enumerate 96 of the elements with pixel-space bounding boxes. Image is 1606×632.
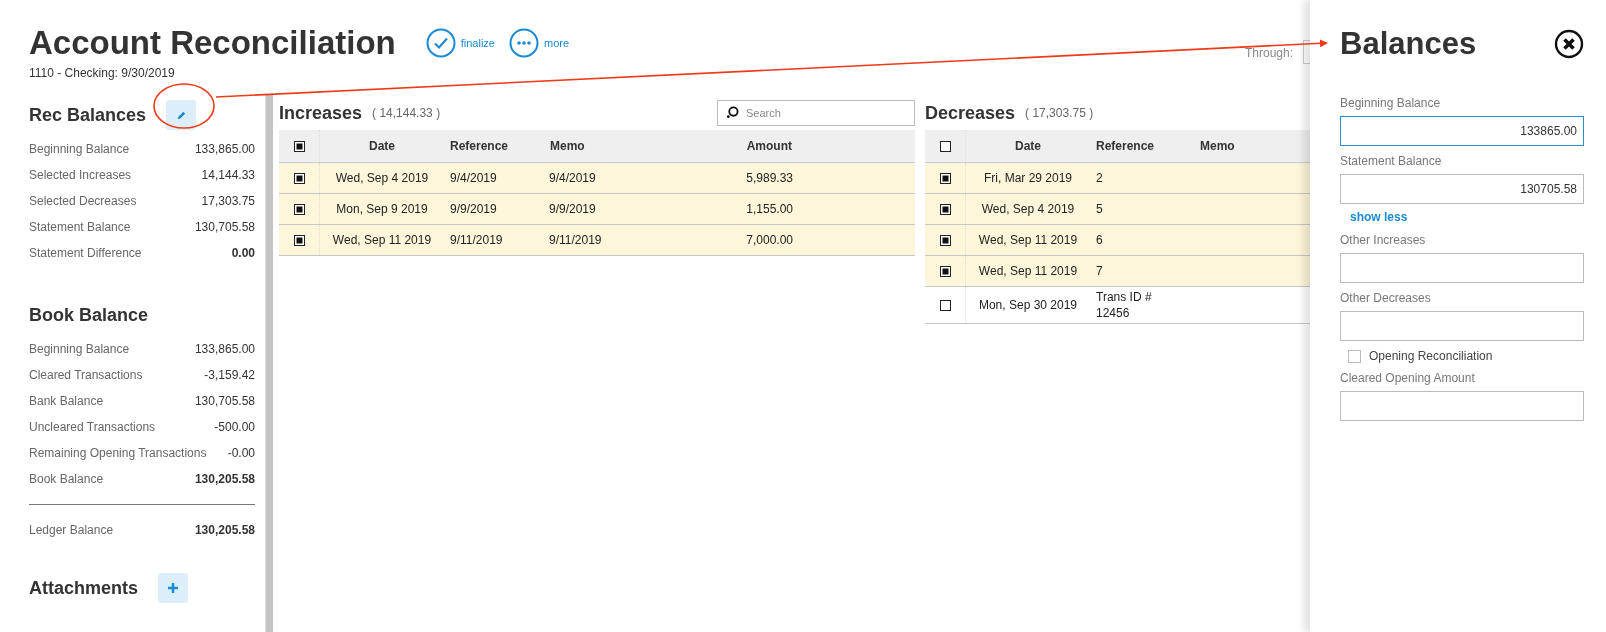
- add-button[interactable]: [158, 573, 189, 603]
- table-cell: Wed, Sep 4 2019: [335, 171, 429, 185]
- checkbox[interactable]: [293, 173, 305, 185]
- balance-label: Bank Balance: [29, 394, 104, 408]
- balance-value: 0.00: [231, 246, 255, 260]
- table-total: ( 14,144.33 ): [372, 106, 441, 120]
- table-cell: Fri, Mar 29 2019: [983, 171, 1072, 185]
- balance-label: Remaining Opening Transactions: [29, 446, 207, 460]
- annotation-ellipse: [153, 83, 215, 129]
- balance-label: Cleared Transactions: [29, 368, 143, 382]
- through-label: Through:: [1244, 46, 1293, 60]
- field-label: Other Decreases: [1340, 291, 1432, 305]
- show-less-link[interactable]: show less: [1350, 210, 1408, 224]
- balance-label: Beginning Balance: [29, 342, 130, 356]
- checkbox[interactable]: [939, 266, 951, 278]
- section-title: Rec Balances: [29, 104, 147, 126]
- balance-value: 130,205.58: [194, 523, 255, 537]
- plus-icon: [168, 583, 179, 593]
- input-field[interactable]: [1340, 311, 1584, 341]
- section-title: Book Balance: [29, 304, 149, 326]
- table-cell: 9/9/2019: [549, 202, 596, 216]
- table-cell: 9/4/2019: [450, 171, 497, 185]
- table-title: Decreases: [925, 102, 1016, 124]
- input-field[interactable]: [1340, 253, 1584, 283]
- checkbox[interactable]: [1348, 349, 1361, 363]
- pencil-icon: [175, 109, 187, 121]
- field-label: Cleared Opening Amount: [1340, 371, 1476, 385]
- edit-button[interactable]: [166, 100, 197, 130]
- balance-value: 133,865.00: [194, 342, 255, 356]
- field-label: Statement Balance: [1340, 154, 1443, 168]
- table-cell: 5,989.33: [746, 171, 793, 185]
- table-cell: 9/11/2019: [549, 233, 602, 247]
- close-icon[interactable]: [1554, 29, 1584, 59]
- balance-label: Statement Balance: [29, 220, 131, 234]
- action-link[interactable]: more: [508, 28, 570, 58]
- field-label: Other Increases: [1340, 233, 1427, 247]
- balance-value: 130,205.58: [194, 472, 255, 486]
- balance-label: Beginning Balance: [29, 142, 130, 156]
- page-title: Account Reconciliation: [29, 24, 396, 62]
- checkbox[interactable]: [939, 300, 951, 312]
- table-cell-text: 2: [1096, 170, 1103, 187]
- table-cell: 1,155.00: [746, 202, 793, 216]
- table-cell-text: 5: [1096, 201, 1103, 218]
- table-cell: Wed, Sep 11 2019: [978, 233, 1078, 247]
- table-title: Increases: [279, 102, 363, 124]
- column-header[interactable]: Memo: [1200, 139, 1235, 153]
- checkbox[interactable]: [939, 235, 951, 247]
- balance-value: 14,144.33: [201, 168, 255, 182]
- table-cell: Wed, Sep 11 2019: [332, 233, 432, 247]
- table-cell-text: 7: [1096, 263, 1103, 280]
- table-cell: 9/4/2019: [549, 171, 596, 185]
- input-field[interactable]: 130705.58: [1340, 174, 1584, 204]
- table-cell: 7,000.00: [746, 233, 793, 247]
- checkmark-icon: [425, 28, 456, 58]
- balance-label: Selected Increases: [29, 168, 132, 182]
- balance-label: Statement Difference: [29, 246, 142, 260]
- table-cell: Wed, Sep 11 2019: [978, 264, 1078, 278]
- balance-value: -500.00: [214, 420, 255, 434]
- checkbox[interactable]: [939, 204, 951, 216]
- checkbox[interactable]: [939, 141, 951, 153]
- table-cell: Wed, Sep 4 2019: [981, 202, 1075, 216]
- action-link[interactable]: finalize: [425, 28, 495, 58]
- balance-label: Book Balance: [29, 472, 104, 486]
- table-cell: 9/11/2019: [450, 233, 503, 247]
- more-icon: [508, 28, 539, 58]
- table-cell: Mon, Sep 30 2019: [978, 298, 1078, 312]
- search-field[interactable]: Search: [717, 100, 915, 126]
- balance-value: 130,705.58: [194, 220, 255, 234]
- column-header[interactable]: Date: [1015, 139, 1041, 153]
- balance-label: Ledger Balance: [29, 523, 114, 537]
- checkbox[interactable]: [293, 141, 305, 153]
- balance-value: 130,705.58: [194, 394, 255, 408]
- balance-value: -3,159.42: [204, 368, 255, 382]
- checkbox[interactable]: [939, 173, 951, 185]
- balance-value: -0.00: [227, 446, 255, 460]
- balance-value: 133,865.00: [194, 142, 255, 156]
- panel-title: Balances: [1340, 26, 1477, 62]
- balance-label: Uncleared Transactions: [29, 420, 156, 434]
- section-title: Attachments: [29, 577, 139, 599]
- column-header[interactable]: Memo: [550, 139, 585, 153]
- table-cell: 9/9/2019: [450, 202, 497, 216]
- input-field[interactable]: 133865.00: [1340, 116, 1584, 146]
- table-cell-text: 6: [1096, 232, 1103, 249]
- field-label: Beginning Balance: [1340, 96, 1442, 110]
- checkbox-label: Opening Reconciliation: [1369, 349, 1493, 363]
- account-subtitle: 1110 - Checking: 9/30/2019: [29, 66, 176, 80]
- table-total: ( 17,303.75 ): [1025, 106, 1094, 120]
- checkbox[interactable]: [293, 204, 305, 216]
- balance-label: Selected Decreases: [29, 194, 137, 208]
- column-header[interactable]: Date: [369, 139, 395, 153]
- balance-value: 17,303.75: [201, 194, 255, 208]
- checkbox[interactable]: [293, 235, 305, 247]
- table-cell-text: Trans ID # 12456: [1096, 289, 1153, 322]
- table-cell: Mon, Sep 9 2019: [336, 202, 428, 216]
- input-field[interactable]: [1340, 391, 1584, 421]
- search-icon: [726, 106, 739, 119]
